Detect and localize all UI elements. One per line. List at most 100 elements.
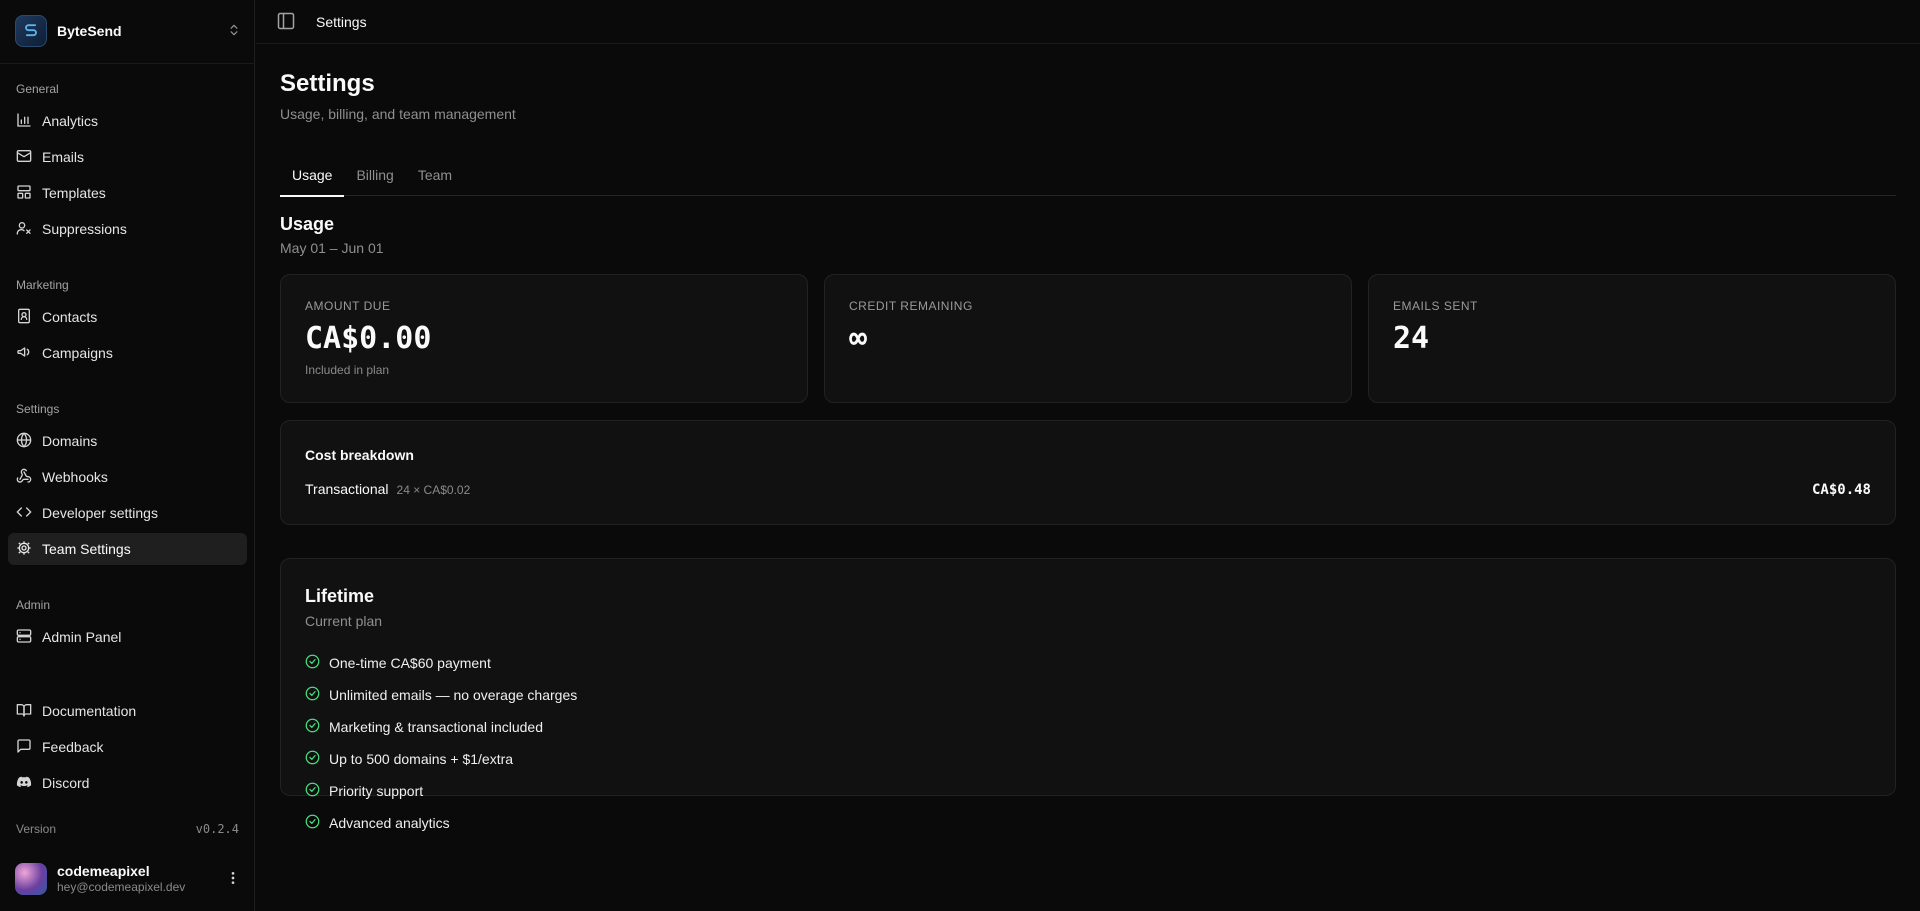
sidebar-item-label: Team Settings <box>42 541 131 557</box>
list-item: Unlimited emails — no overage charges <box>305 679 577 711</box>
sidebar-item-domains[interactable]: Domains <box>8 425 247 457</box>
sidebar-item-webhooks[interactable]: Webhooks <box>8 461 247 493</box>
breadcrumb: Settings <box>316 14 367 30</box>
sidebar-item-discord[interactable]: Discord <box>8 767 247 799</box>
stat-value: ∞ <box>849 321 868 356</box>
version-value: v0.2.4 <box>195 822 239 836</box>
sidebar-item-contacts[interactable]: Contacts <box>8 301 247 333</box>
sidebar: ByteSend General Analytics Emails Templa… <box>0 0 255 911</box>
chevrons-up-down-icon <box>227 23 241 40</box>
feature-text: Up to 500 domains + $1/extra <box>329 751 514 767</box>
tab-billing[interactable]: Billing <box>344 154 405 196</box>
team-switcher[interactable]: ByteSend <box>15 14 241 48</box>
sidebar-item-label: Templates <box>42 185 106 201</box>
feature-text: Marketing & transactional included <box>329 719 544 735</box>
webhook-icon <box>16 468 32 487</box>
divider <box>0 63 255 64</box>
feature-text: Unlimited emails — no overage charges <box>329 687 578 703</box>
user-profile[interactable]: codemeapixel hey@codemeapixel.dev <box>15 861 241 897</box>
sidebar-item-campaigns[interactable]: Campaigns <box>8 337 247 369</box>
sidebar-item-label: Analytics <box>42 113 99 129</box>
sidebar-item-label: Contacts <box>42 309 98 325</box>
more-vertical-icon[interactable] <box>225 870 241 889</box>
check-circle-icon <box>305 750 320 768</box>
sidebar-item-label: Admin Panel <box>42 629 122 645</box>
page-subtitle: Usage, billing, and team management <box>280 106 516 122</box>
user-name: codemeapixel <box>57 863 150 880</box>
check-circle-icon <box>305 718 320 736</box>
code-icon <box>16 504 32 523</box>
list-item: Priority support <box>305 775 577 807</box>
cost-item-detail: 24 × CA$0.02 <box>396 483 471 497</box>
group-label-settings: Settings <box>16 402 60 416</box>
plan-feature-list: One-time CA$60 payment Unlimited emails … <box>305 647 577 839</box>
list-item: Marketing & transactional included <box>305 711 577 743</box>
megaphone-icon <box>16 344 32 363</box>
stat-note: Included in plan <box>305 363 390 377</box>
stat-card-emails-sent: EMAILS SENT 24 <box>1368 274 1896 403</box>
bytesend-logo <box>15 15 47 47</box>
sidebar-item-label: Emails <box>42 149 85 165</box>
plan-card: Lifetime Current plan One-time CA$60 pay… <box>280 558 1896 831</box>
sidebar-item-analytics[interactable]: Analytics <box>8 105 247 137</box>
server-icon <box>16 628 32 647</box>
message-icon <box>16 738 32 757</box>
cost-item-name: Transactional <box>305 481 389 497</box>
check-circle-icon <box>305 814 320 832</box>
sidebar-item-developer-settings[interactable]: Developer settings <box>8 497 247 529</box>
stat-card-amount-due: AMOUNT DUE CA$0.00 Included in plan <box>280 274 808 403</box>
layout-icon <box>16 184 32 203</box>
sidebar-item-label: Feedback <box>42 739 104 755</box>
sidebar-item-team-settings[interactable]: Team Settings <box>8 533 247 565</box>
sidebar-item-emails[interactable]: Emails <box>8 141 247 173</box>
settings-tabs: Usage Billing Team <box>280 154 1896 197</box>
brand-name: ByteSend <box>57 23 122 39</box>
feature-text: Priority support <box>329 783 424 799</box>
discord-icon <box>16 774 32 793</box>
page-title: Settings <box>280 70 375 97</box>
tab-team[interactable]: Team <box>406 154 464 196</box>
gear-icon <box>16 540 32 559</box>
sidebar-item-label: Suppressions <box>42 221 127 237</box>
sidebar-item-label: Webhooks <box>42 469 108 485</box>
user-email: hey@codemeapixel.dev <box>57 880 186 895</box>
stat-label: CREDIT REMAINING <box>849 299 973 313</box>
mail-icon <box>16 148 32 167</box>
topbar: Settings <box>256 0 1920 44</box>
user-x-icon <box>16 220 32 239</box>
sidebar-item-templates[interactable]: Templates <box>8 177 247 209</box>
avatar <box>15 863 47 895</box>
cost-breakdown-row: Transactional 24 × CA$0.02 CA$0.48 <box>305 481 1871 498</box>
stat-label: AMOUNT DUE <box>305 299 391 313</box>
book-icon <box>16 702 32 721</box>
check-circle-icon <box>305 782 320 800</box>
group-label-marketing: Marketing <box>16 278 69 292</box>
contact-book-icon <box>16 308 32 327</box>
sidebar-item-label: Campaigns <box>42 345 113 361</box>
globe-icon <box>16 431 32 451</box>
group-label-general: General <box>16 82 59 96</box>
sidebar-item-label: Domains <box>42 433 98 449</box>
usage-period: May 01 – Jun 01 <box>280 240 384 256</box>
sidebar-item-label: Discord <box>42 775 90 791</box>
tab-usage[interactable]: Usage <box>280 154 345 197</box>
sidebar-item-documentation[interactable]: Documentation <box>8 695 247 727</box>
bar-chart-icon <box>16 112 32 131</box>
stat-label: EMAILS SENT <box>1393 299 1478 313</box>
sidebar-toggle-icon[interactable] <box>276 11 296 34</box>
version-row: Version v0.2.4 <box>16 822 239 836</box>
sidebar-item-label: Developer settings <box>42 505 158 521</box>
plan-subtitle: Current plan <box>305 613 383 629</box>
plan-title: Lifetime <box>305 586 375 606</box>
feature-text: One-time CA$60 payment <box>329 655 491 671</box>
feature-text: Advanced analytics <box>329 815 450 831</box>
check-circle-icon <box>305 654 320 672</box>
stat-value: CA$0.00 <box>305 321 432 356</box>
sidebar-item-suppressions[interactable]: Suppressions <box>8 213 247 245</box>
sidebar-item-admin-panel[interactable]: Admin Panel <box>8 621 247 653</box>
cost-item-amount: CA$0.48 <box>1811 482 1871 498</box>
check-circle-icon <box>305 686 320 704</box>
cost-breakdown-title: Cost breakdown <box>305 447 414 463</box>
sidebar-item-feedback[interactable]: Feedback <box>8 731 247 763</box>
usage-title: Usage <box>280 214 335 234</box>
